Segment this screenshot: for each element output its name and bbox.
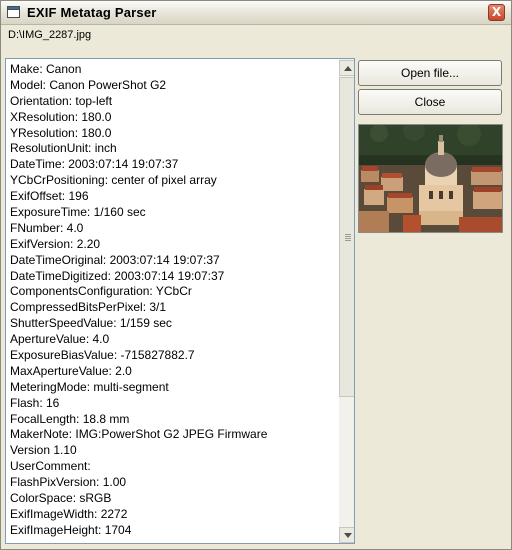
app-window-icon [7,6,20,18]
exif-line: ResolutionUnit: inch [10,141,117,156]
exif-line: ExposureTime: 1/160 sec [10,205,146,220]
exif-line: Model: Canon PowerShot G2 [10,77,167,92]
chevron-up-icon [344,66,352,71]
exif-line: ColorSpace: sRGB [10,491,112,506]
exif-line: MeteringMode: multi-segment [10,379,169,394]
exif-lines: Make: Canon Model: Canon PowerShot G2 Orie… [10,62,340,539]
chevron-down-icon [344,533,352,538]
exif-list[interactable]: Make: Canon Model: Canon PowerShot G2 Orie… [5,58,355,544]
preview-photo [359,125,502,232]
exif-line: FocalLength: 18.8 mm [10,411,130,426]
exif-line: FNumber: 4.0 [10,220,84,235]
exif-line: FlashPixVersion: 1.00 [10,475,127,490]
exif-line: XResolution: 180.0 [10,109,112,124]
close-button[interactable]: Close [358,89,502,115]
exif-line: DateTimeOriginal: 2003:07:14 19:07:37 [10,252,220,267]
exif-line: ComponentsConfiguration: YCbCr [10,284,192,299]
image-preview [358,124,503,233]
window-title: EXIF Metatag Parser [27,5,157,20]
exif-line: Make: Canon [10,62,82,76]
grip-line-icon [345,238,351,239]
title-bar[interactable]: EXIF Metatag Parser X [1,1,511,25]
grip-line-icon [345,240,351,241]
grip-line-icon [345,234,351,235]
exif-line: Flash: 16 [10,395,60,410]
exif-line: UserComment: [10,459,91,474]
grip-line-icon [345,236,351,237]
scrollbar-thumb[interactable] [339,77,354,397]
exif-line: ExifOffset: 196 [10,189,89,204]
exif-line: Version 1.10 [10,443,77,458]
exif-line: ShutterSpeedValue: 1/159 sec [10,316,172,331]
scroll-down-button[interactable] [339,527,354,543]
exif-line: DateTimeDigitized: 2003:07:14 19:07:37 [10,268,225,283]
scroll-up-button[interactable] [339,60,354,76]
exif-line: DateTime: 2003:07:14 19:07:37 [10,157,179,172]
app-window: EXIF Metatag Parser X D:\IMG_2287.jpg Ma… [0,0,512,550]
file-path-label: D:\IMG_2287.jpg [8,29,92,41]
exif-line: ExposureBiasValue: -715827882.7 [10,348,195,363]
exif-line: YCbCrPositioning: center of pixel array [10,173,217,188]
exif-line: CompressedBitsPerPixel: 3/1 [10,300,167,315]
open-file-button[interactable]: Open file... [358,60,502,86]
exif-line: YResolution: 180.0 [10,125,112,140]
vertical-scrollbar[interactable] [339,59,354,543]
exif-line: ExifVersion: 2.20 [10,236,101,251]
exif-line: ExifImageWidth: 2272 [10,506,128,521]
exif-line: ExifImageHeight: 1704 [10,522,132,537]
exif-line: MakerNote: IMG:PowerShot G2 JPEG Firmwar… [10,427,268,442]
exif-line: ApertureValue: 4.0 [10,332,110,347]
exif-line: Orientation: top-left [10,93,113,108]
exif-line: MaxApertureValue: 2.0 [10,363,132,378]
close-window-button[interactable]: X [488,4,505,21]
